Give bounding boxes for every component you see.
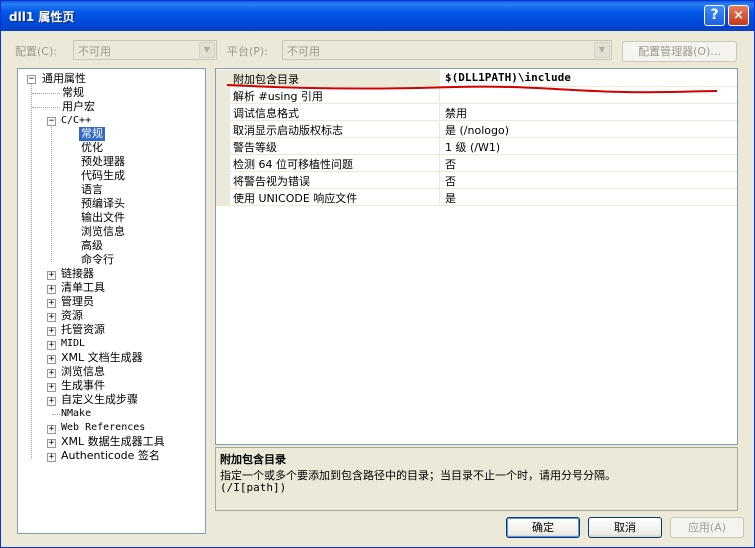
tree-item-web-references[interactable]: Web References [61, 421, 145, 435]
description-panel: 附加包含目录 指定一个或多个要添加到包含路径中的目录；当目录不止一个时，请用分号… [215, 447, 738, 511]
expand-icon[interactable]: + [47, 341, 56, 350]
collapse-icon[interactable]: − [47, 117, 56, 126]
tree-item-cpp-general[interactable]: 常规 [79, 127, 105, 141]
config-select-value: 不可用 [78, 45, 111, 58]
tree-item-resources[interactable]: 资源 [61, 309, 83, 323]
expand-icon[interactable]: + [47, 313, 56, 322]
tree-connector [31, 84, 32, 459]
property-value[interactable]: 禁用 [442, 104, 737, 120]
expand-icon[interactable]: + [47, 299, 56, 308]
ok-button[interactable]: 确定 [506, 517, 580, 538]
title-bar[interactable]: dll1 属性页 ? × [1, 1, 754, 31]
tree-item-user-macros[interactable]: 用户宏 [62, 100, 95, 114]
tree-item-browse-information[interactable]: 浏览信息 [61, 365, 105, 379]
tree-item-cpp[interactable]: C/C++ [61, 114, 91, 128]
tree-item-manifest-tool[interactable]: 清单工具 [61, 281, 105, 295]
property-value[interactable]: 否 [442, 172, 737, 188]
tree-item-general[interactable]: 常规 [62, 86, 84, 100]
property-value[interactable]: 1 级 (/W1) [442, 138, 737, 154]
tree-connector [32, 93, 60, 94]
platform-select[interactable]: 不可用 ▼ [282, 40, 612, 60]
expand-icon[interactable]: + [47, 397, 56, 406]
property-grid: 附加包含目录 $(DLL1PATH)\include 解析 #using 引用 … [215, 68, 738, 445]
platform-select-value: 不可用 [287, 45, 320, 58]
tree-item-managed-resources[interactable]: 托管资源 [61, 323, 105, 337]
config-label: 配置(C): [15, 45, 57, 58]
property-row[interactable]: 检测 64 位可移植性问题 否 [216, 155, 737, 172]
tree-item-code-generation[interactable]: 代码生成 [81, 169, 125, 183]
tree-connector [52, 414, 60, 415]
chevron-down-icon: ▼ [199, 42, 215, 58]
collapse-icon[interactable]: − [27, 75, 36, 84]
help-button[interactable]: ? [704, 5, 725, 26]
tree-item-language[interactable]: 语言 [81, 183, 103, 197]
tree-item-browse-info[interactable]: 浏览信息 [81, 225, 125, 239]
expand-icon[interactable]: + [47, 369, 56, 378]
tree-item-optimization[interactable]: 优化 [81, 141, 103, 155]
property-row[interactable]: 取消显示启动版权标志 是 (/nologo) [216, 121, 737, 138]
expand-icon[interactable]: + [47, 271, 56, 280]
property-name: 检测 64 位可移植性问题 [216, 155, 440, 171]
close-button[interactable]: × [728, 5, 749, 26]
property-row[interactable]: 调试信息格式 禁用 [216, 104, 737, 121]
cancel-button[interactable]: 取消 [588, 517, 662, 538]
tree-connector [51, 127, 52, 262]
expand-icon[interactable]: + [47, 383, 56, 392]
red-underline-annotation [226, 84, 718, 94]
expand-icon[interactable]: + [47, 453, 56, 462]
expand-icon[interactable]: + [47, 439, 56, 448]
property-name: 警告等级 [216, 138, 440, 154]
apply-button[interactable]: 应用(A) [670, 517, 744, 538]
window-title: dll1 属性页 [9, 10, 75, 24]
tree-connector [32, 107, 60, 108]
platform-label: 平台(P): [227, 45, 268, 58]
tree-item-nmake[interactable]: NMake [61, 407, 91, 421]
tree-item-administrator[interactable]: 管理员 [61, 295, 94, 309]
property-value[interactable]: 是 (/nologo) [442, 121, 737, 137]
tree-item-xml-data-generator[interactable]: XML 数据生成器工具 [61, 435, 165, 449]
chevron-down-icon: ▼ [594, 42, 610, 58]
description-switch: (/I[path]) [220, 481, 287, 494]
tree-item-xml-doc-generator[interactable]: XML 文档生成器 [61, 351, 143, 365]
expand-icon[interactable]: + [47, 355, 56, 364]
property-name: 使用 UNICODE 响应文件 [216, 189, 440, 205]
tree-item-build-events[interactable]: 生成事件 [61, 379, 105, 393]
config-manager-button[interactable]: 配置管理器(O)... [622, 41, 737, 62]
config-select[interactable]: 不可用 ▼ [73, 40, 217, 60]
expand-icon[interactable]: + [47, 425, 56, 434]
property-name: 调试信息格式 [216, 104, 440, 120]
property-row[interactable]: 警告等级 1 级 (/W1) [216, 138, 737, 155]
tree-item-output-files[interactable]: 输出文件 [81, 211, 125, 225]
property-pages-window: dll1 属性页 ? × 配置(C): 不可用 ▼ 平台(P): 不可用 ▼ 配… [0, 0, 755, 548]
expand-icon[interactable]: + [47, 327, 56, 336]
tree-item-linker[interactable]: 链接器 [61, 267, 94, 281]
tree-root[interactable]: 通用属性 [42, 72, 86, 86]
tree-item-precompiled-headers[interactable]: 预编译头 [81, 197, 125, 211]
tree-item-custom-build-step[interactable]: 自定义生成步骤 [61, 393, 138, 407]
tree-item-authenticode-signing[interactable]: Authenticode 签名 [61, 449, 160, 463]
property-value[interactable]: 否 [442, 155, 737, 171]
property-row[interactable]: 使用 UNICODE 响应文件 是 [216, 189, 737, 206]
tree-item-advanced[interactable]: 高级 [81, 239, 103, 253]
tree-item-midl[interactable]: MIDL [61, 337, 85, 351]
property-name: 取消显示启动版权标志 [216, 121, 440, 137]
tree-item-preprocessor[interactable]: 预处理器 [81, 155, 125, 169]
property-name: 将警告视为错误 [216, 172, 440, 188]
description-title: 附加包含目录 [220, 453, 286, 466]
tree-item-command-line[interactable]: 命令行 [81, 253, 114, 267]
property-value[interactable]: 是 [442, 189, 737, 205]
property-tree[interactable]: − 通用属性 常规 用户宏 − C/C++ 常规 优化 预处理器 代码生成 语言… [17, 68, 206, 534]
expand-icon[interactable]: + [47, 285, 56, 294]
property-row[interactable]: 将警告视为错误 否 [216, 172, 737, 189]
